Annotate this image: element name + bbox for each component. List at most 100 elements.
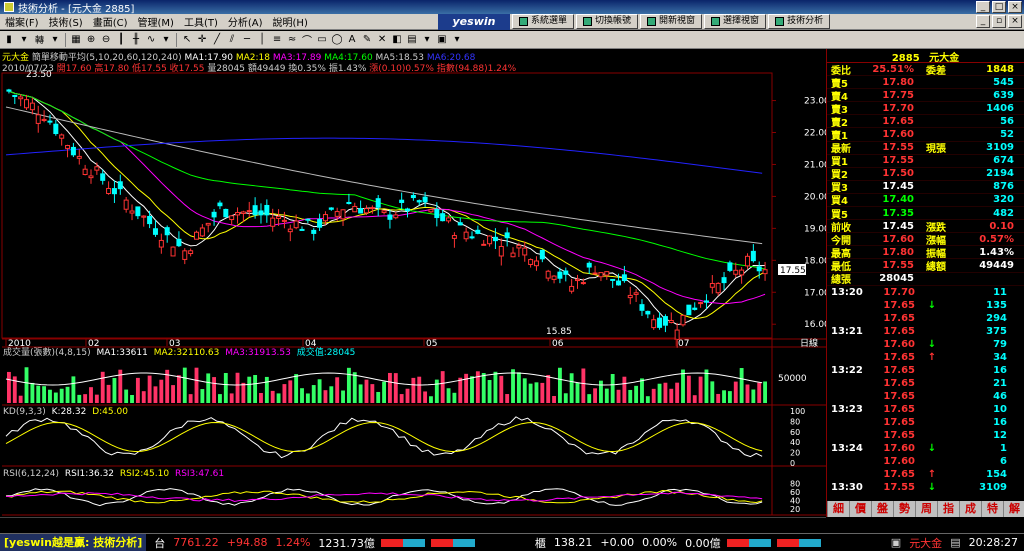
dropdown-chevron-icon[interactable]: ▾	[48, 33, 62, 47]
candle-body	[375, 198, 381, 208]
menu-help[interactable]: 說明(H)	[268, 14, 313, 29]
volume-bar	[376, 391, 381, 403]
volume-bar	[563, 393, 568, 403]
candle-body	[229, 215, 235, 221]
volume-bar	[722, 390, 726, 403]
save-icon[interactable]: ▣	[435, 33, 449, 47]
system-menu-button[interactable]: 系統選單	[512, 14, 575, 29]
volume-bar	[599, 380, 603, 403]
dropdown-chevron-icon[interactable]: ▾	[17, 33, 31, 47]
quote-tab[interactable]: 特	[981, 501, 1003, 517]
cursor-cross-icon[interactable]: ✛	[195, 33, 209, 47]
grid-icon[interactable]: ▤	[405, 33, 419, 47]
maximize-button[interactable]: □	[992, 1, 1006, 13]
candle-body	[451, 235, 457, 239]
quote-tab[interactable]: 價	[849, 501, 871, 517]
volume-bar	[264, 376, 269, 403]
candle-body	[744, 255, 750, 267]
quote-row-label-2: 現張	[926, 144, 946, 156]
volume-bar	[516, 372, 521, 403]
vertical-line-icon[interactable]: │	[255, 33, 269, 47]
horizontal-line-icon[interactable]: ─	[240, 33, 254, 47]
candle-body	[147, 215, 153, 225]
rsi-tick-label: 20	[790, 505, 800, 514]
menu-manage[interactable]: 管理(M)	[133, 14, 179, 29]
quote-row-value: 17.75	[882, 89, 914, 101]
minimize-button[interactable]: _	[976, 1, 990, 13]
close-button[interactable]: ×	[1008, 1, 1022, 13]
volume-bar	[188, 394, 193, 403]
menu-analysis[interactable]: 分析(A)	[223, 14, 268, 29]
dropdown-chevron-icon[interactable]: ▾	[420, 33, 434, 47]
text-icon[interactable]: A	[345, 33, 359, 47]
moving-average-lines	[5, 90, 766, 326]
bar-icon[interactable]: ╫	[129, 33, 143, 47]
technical-chart[interactable]: 元大金 簡單移動平均(5,10,20,60,120,240) MA1:17.90…	[0, 49, 826, 517]
switch-account-button[interactable]: 切換帳號	[576, 14, 639, 29]
dropdown-chevron-icon[interactable]: ▾	[450, 33, 464, 47]
quote-row-value-2: 876	[993, 181, 1014, 193]
volume-bar	[229, 393, 234, 403]
menu-screen[interactable]: 畫面(C)	[88, 14, 133, 29]
menu-file[interactable]: 檔案(F)	[0, 14, 44, 29]
quote-tab[interactable]: 勢	[893, 501, 915, 517]
eraser-icon[interactable]: ✎	[360, 33, 374, 47]
zoom-out-icon[interactable]: ⊖	[99, 33, 113, 47]
fibonacci-icon[interactable]: ≡	[270, 33, 284, 47]
volume-bar	[18, 395, 23, 403]
color-icon[interactable]: ◧	[390, 33, 404, 47]
candle-body	[440, 213, 446, 222]
quote-tab[interactable]: 成	[959, 501, 981, 517]
volume-bar	[388, 372, 392, 403]
quote-tab[interactable]: 指	[937, 501, 959, 517]
candle-body	[639, 304, 645, 311]
box-icon[interactable]: ▭	[315, 33, 329, 47]
delete-icon[interactable]: ✕	[375, 33, 389, 47]
quote-tab[interactable]: 盤	[871, 501, 893, 517]
candle-body	[504, 232, 510, 239]
candle-body	[657, 317, 663, 328]
new-window-button[interactable]: 開新視窗	[640, 14, 703, 29]
menu-tech[interactable]: 技術(S)	[44, 14, 88, 29]
candle-body	[328, 207, 334, 210]
candle-body	[750, 250, 756, 262]
chart-scroll-strip[interactable]	[0, 517, 826, 533]
ellipse-icon[interactable]: ◯	[330, 33, 344, 47]
otc-breadth-bar-2	[776, 538, 821, 547]
volume-bar	[329, 386, 334, 403]
quick-stock[interactable]: 元大金	[909, 535, 942, 551]
select-window-button[interactable]: 選擇視窗	[704, 14, 767, 29]
quote-panel: 2885 元大金 委比 25.51% 委差 1848 賣5 17.80 545 賣4 17.75…	[826, 49, 1024, 517]
quote-row-label-2: 總額	[926, 261, 946, 273]
candle-body	[100, 173, 106, 181]
quote-tab[interactable]: 解	[1003, 501, 1024, 517]
line-icon[interactable]: ∿	[144, 33, 158, 47]
bar-mode-select[interactable]: 轉	[32, 33, 47, 47]
candle-body	[65, 145, 71, 149]
menu-tools[interactable]: 工具(T)	[179, 14, 223, 29]
dropdown-chevron-icon[interactable]: ▾	[159, 33, 173, 47]
candle-body	[270, 217, 276, 227]
arc-icon[interactable]: ⌒	[300, 33, 314, 47]
chart-canvas[interactable]: 23.00 22.00 21.00 20.00 19.00 18.00 17.00 16.00…	[0, 49, 826, 517]
parallel-line-icon[interactable]: ⫽	[225, 33, 239, 47]
child-restore-button[interactable]: ▫	[992, 15, 1006, 28]
candle-icon[interactable]: ┃	[114, 33, 128, 47]
child-minimize-button[interactable]: _	[976, 15, 990, 28]
volume-axis: 50000	[778, 374, 807, 384]
wave-icon[interactable]: ≈	[285, 33, 299, 47]
candle-body	[240, 211, 246, 214]
pointer-icon[interactable]: ↖	[180, 33, 194, 47]
zoom-in-icon[interactable]: ⊕	[84, 33, 98, 47]
tick-volume: 375	[986, 325, 1007, 337]
period-icon[interactable]: ▦	[69, 33, 83, 47]
tech-analysis-button[interactable]: 技術分析	[768, 14, 831, 29]
volume-bar	[235, 372, 240, 403]
volume-bar	[241, 382, 246, 403]
quote-tab[interactable]: 周	[915, 501, 937, 517]
candle-body	[41, 118, 47, 121]
candle-type-icon[interactable]: ▮	[2, 33, 16, 47]
child-close-button[interactable]: ×	[1008, 15, 1022, 28]
quote-tab[interactable]: 細	[827, 501, 849, 517]
trend-line-icon[interactable]: ╱	[210, 33, 224, 47]
